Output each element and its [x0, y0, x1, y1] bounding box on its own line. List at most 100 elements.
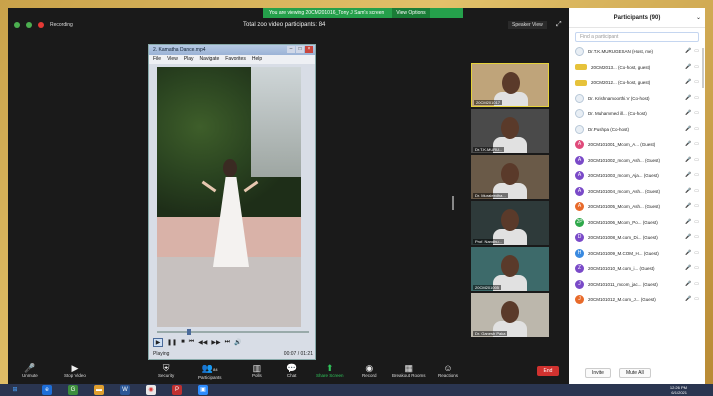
- video-thumbnail[interactable]: Prof. Nandhu...: [471, 201, 549, 245]
- chrome-icon[interactable]: ◉: [146, 385, 156, 395]
- seek-bar[interactable]: [157, 329, 309, 335]
- participant-name: Dr.Pushpa (Co-host): [588, 126, 630, 132]
- close-panel-icon[interactable]: ⌄: [696, 8, 701, 28]
- windows-start-icon[interactable]: ⊞: [10, 385, 20, 395]
- connection-icon[interactable]: [26, 22, 32, 28]
- stop-video-button[interactable]: ▶ Stop Video: [64, 363, 86, 378]
- player-title-bar[interactable]: 2. Kamatha Dance.mp4 – □ ×: [149, 45, 315, 55]
- participant-row[interactable]: H 20CM101009_M.COM_H... (Guest) 🎤 ▭: [569, 246, 705, 262]
- volume-icon[interactable]: 🔊: [234, 339, 241, 346]
- participant-row[interactable]: A 20CM101002_mcom_Ash... (Guest) 🎤 ▭: [569, 153, 705, 169]
- video-thumbnail[interactable]: Dr.T.K.MURU...: [471, 109, 549, 153]
- participant-row[interactable]: D 20CM101008_M.com_Di... (Guest) 🎤 ▭: [569, 230, 705, 246]
- pause-icon[interactable]: ❚❚: [167, 339, 177, 346]
- video-thumbnail[interactable]: 20CM201017: [471, 63, 549, 107]
- participant-name: 20CM101006_Mcom_Po... (Guest): [588, 219, 658, 225]
- seek-handle[interactable]: [187, 329, 191, 335]
- fullscreen-icon[interactable]: ⤢: [556, 21, 562, 29]
- shield-icon[interactable]: [14, 22, 20, 28]
- participant-name: 20CM101009_M.COM_H... (Guest): [588, 250, 659, 256]
- menu-play[interactable]: Play: [184, 55, 194, 64]
- unmute-button[interactable]: 🎤 Unmute: [22, 363, 38, 378]
- participant-row[interactable]: Z 20CM101010_M.com_i... (Guest) 🎤 ▭: [569, 261, 705, 277]
- participant-row[interactable]: A 20CM101005_Mcom_Ash... (Guest) 🎤 ▭: [569, 199, 705, 215]
- avatar: J: [575, 279, 584, 289]
- video-off-icon: ▭: [694, 296, 699, 302]
- breakout-rooms-button[interactable]: ▦ Breakout Rooms: [392, 363, 426, 378]
- participant-row[interactable]: 2P 20CM101006_Mcom_Po... (Guest) 🎤 ▭: [569, 215, 705, 231]
- participant-row[interactable]: Dr.T.K.MURUGESAN (Host, me) 🎤 ▭: [569, 44, 705, 60]
- record-button[interactable]: ◉ Record: [362, 363, 377, 378]
- media-player-window[interactable]: 2. Kamatha Dance.mp4 – □ × File View Pla…: [148, 44, 316, 360]
- participants-button[interactable]: 👥84 Participants: [198, 363, 222, 380]
- rewind-icon[interactable]: ◀◀: [198, 339, 207, 346]
- participant-search-input[interactable]: Find a participant: [575, 32, 699, 42]
- video-off-icon: ▭: [694, 187, 699, 194]
- participant-row[interactable]: 20CM2013... (Co-host, guest) 🎤 ▭: [569, 60, 705, 76]
- divider-handle[interactable]: [452, 196, 454, 210]
- file-explorer-icon[interactable]: ▬: [94, 385, 104, 395]
- avatar: A: [575, 140, 584, 150]
- recording-label: Recording: [50, 22, 73, 28]
- system-clock[interactable]: 12:26 PM 6/1/2021: [670, 385, 687, 395]
- video-thumbnail[interactable]: Dr. Ganesh Paka: [471, 293, 549, 337]
- menu-view[interactable]: View: [167, 55, 178, 64]
- participant-row[interactable]: A 20CM101001_Mcom_A... (Guest) 🎤 ▭: [569, 137, 705, 153]
- edge-icon[interactable]: e: [42, 385, 52, 395]
- menu-file[interactable]: File: [153, 55, 161, 64]
- menu-help[interactable]: Help: [252, 55, 262, 64]
- participant-row[interactable]: Dr.Pushpa (Co-host) 🎤 ▭: [569, 122, 705, 138]
- video-off-icon: ▭: [694, 63, 699, 70]
- video-off-icon: ▭: [694, 234, 699, 240]
- chat-button[interactable]: 💬 Chat: [286, 363, 297, 378]
- share-screen-button[interactable]: ⬆ Share Screen: [316, 363, 344, 378]
- participant-row[interactable]: A 20CM101003_mcom_Aja... (Guest) 🎤 ▭: [569, 168, 705, 184]
- invite-button[interactable]: Invite: [585, 368, 611, 378]
- security-button[interactable]: ⛨ Security: [158, 363, 174, 378]
- video-off-icon: ▭: [694, 79, 699, 85]
- windows-taskbar: ⊞ e G ▬ W ◉ P ▣ 12:26 PM 6/1/2021: [0, 384, 713, 396]
- forward-icon[interactable]: ▶▶: [211, 339, 220, 346]
- participant-row[interactable]: J 20CM101011_mcom_jac... (Guest) 🎤 ▭: [569, 277, 705, 293]
- avatar: H: [575, 248, 584, 258]
- zoom-icon[interactable]: ▣: [198, 385, 208, 395]
- participant-status-icons: 🎤 ▭: [685, 172, 699, 178]
- speaker-view-button[interactable]: Speaker View: [508, 21, 547, 29]
- participant-status-icons: 🎤 ▭: [685, 219, 699, 225]
- scrollbar[interactable]: [702, 48, 704, 88]
- video-thumbnail[interactable]: Dr. Muraleedha...: [471, 155, 549, 199]
- participant-row[interactable]: Dr. Krishnamoorthi.V (Co-host) 🎤 ▭: [569, 91, 705, 107]
- minimize-icon[interactable]: –: [287, 46, 295, 53]
- microphone-muted-icon: 🎤: [685, 280, 692, 287]
- video-frame[interactable]: [157, 67, 301, 327]
- participant-row[interactable]: J 20CM101012_M.com_J... (Guest) 🎤 ▭: [569, 292, 705, 308]
- participant-row[interactable]: A 20CM101004_mcom_Ash... (Guest) 🎤 ▭: [569, 184, 705, 200]
- microphone-muted-icon: 🎤: [685, 79, 692, 85]
- participant-row[interactable]: Dr. Muhammed ill... (Co-host) 🎤 ▭: [569, 106, 705, 122]
- participants-badge: 84: [213, 367, 218, 372]
- participant-row[interactable]: 20CM2012... (Co-host, guest) 🎤 ▭: [569, 75, 705, 91]
- mute-all-button[interactable]: Mute All: [618, 368, 651, 378]
- menu-navigate[interactable]: Navigate: [200, 55, 220, 64]
- microphone-muted-icon: 🎤: [685, 203, 692, 209]
- next-icon[interactable]: ⏭: [225, 339, 230, 346]
- play-icon[interactable]: ▶: [153, 337, 163, 347]
- menu-favorites[interactable]: Favorites: [225, 55, 246, 64]
- maximize-icon[interactable]: □: [296, 46, 304, 53]
- participant-name: 20CM2013... (Co-host, guest): [591, 64, 651, 70]
- stop-icon[interactable]: ■: [181, 339, 185, 345]
- participants-count-label[interactable]: Total zoo video participants: 84: [243, 22, 325, 28]
- previous-icon[interactable]: ⏮: [189, 339, 194, 346]
- word-icon[interactable]: W: [120, 385, 130, 395]
- video-thumbnail[interactable]: 20CM201005: [471, 247, 549, 291]
- end-meeting-button[interactable]: End: [537, 366, 559, 376]
- video-off-icon: ▭: [694, 48, 699, 54]
- microphone-muted-icon: 🎤: [685, 141, 692, 147]
- powerpoint-icon[interactable]: P: [172, 385, 182, 395]
- reactions-button[interactable]: ☺ Reactions: [438, 363, 458, 378]
- polls-button[interactable]: ▥ Polls: [252, 363, 262, 378]
- participants-panel: Participants (90) ⌄ Find a participant D…: [569, 8, 705, 384]
- app-icon[interactable]: G: [68, 385, 78, 395]
- close-icon[interactable]: ×: [305, 46, 313, 53]
- view-options-button[interactable]: View Options: [392, 8, 430, 18]
